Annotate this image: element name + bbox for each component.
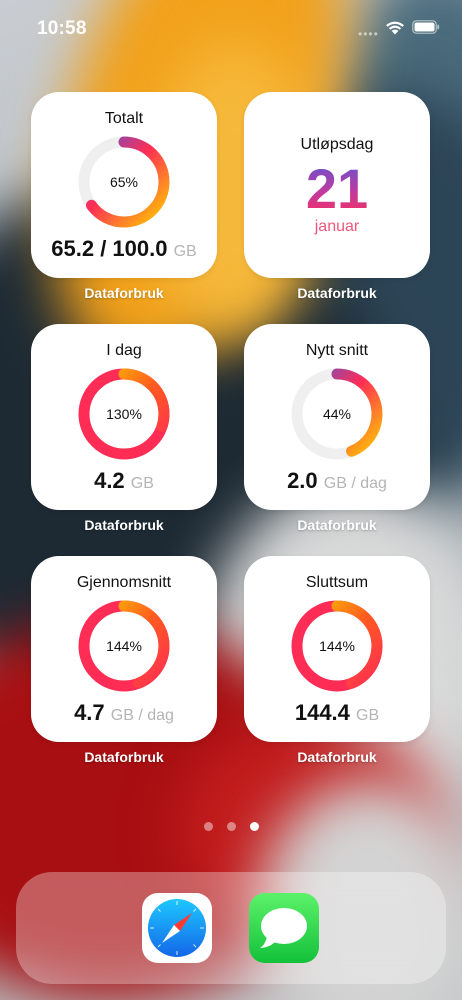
percent-label: 65%	[109, 174, 139, 190]
messages-app[interactable]	[249, 893, 319, 963]
widget-totalt[interactable]: Totalt 65% 65.2 / 100.0 GB	[31, 92, 217, 278]
safari-app[interactable]	[142, 893, 212, 963]
widget-caption: Dataforbruk	[84, 285, 164, 301]
status-time: 10:58	[37, 18, 87, 39]
widget-title: Totalt	[104, 110, 144, 127]
percent-label: 44%	[322, 406, 352, 422]
svg-text:21: 21	[306, 160, 368, 218]
percent-label: 130%	[106, 406, 142, 422]
usage-value: 144.4 GB	[294, 700, 380, 725]
expiry-month: januar	[314, 218, 360, 235]
widget-sluttsum[interactable]: Sluttsum 144% 144.4 GB	[244, 556, 430, 742]
widget-caption: Dataforbruk	[297, 285, 377, 301]
usage-value: 4.2 GB	[94, 468, 154, 493]
widget-caption: Dataforbruk	[297, 749, 377, 765]
widget-title: Sluttsum	[305, 574, 369, 591]
widget-title: Nytt snitt	[305, 342, 369, 359]
speech-bubble-icon	[260, 908, 307, 948]
widget-title: I dag	[106, 342, 142, 359]
signal-dots-icon: ••••	[358, 27, 379, 41]
widget-caption: Dataforbruk	[84, 749, 164, 765]
percent-label: 144%	[319, 638, 355, 654]
page-indicator[interactable]	[0, 822, 462, 831]
widget-title: Gjennomsnitt	[76, 574, 172, 591]
widget-i-dag[interactable]: I dag 130% 4.2 GB	[31, 324, 217, 510]
status-bar: 10:58 ••••	[0, 0, 462, 56]
wifi-icon	[386, 21, 404, 35]
usage-value: 2.0 GB / dag	[287, 468, 387, 493]
page-dot-current[interactable]	[249, 822, 259, 831]
compass-icon	[148, 899, 206, 957]
usage-value: 65.2 / 100.0 GB	[51, 236, 197, 261]
battery-icon	[412, 20, 440, 34]
widget-caption: Dataforbruk	[84, 517, 164, 533]
widget-caption: Dataforbruk	[297, 517, 377, 533]
widget-utlopsdag[interactable]: Utløpsdag 21 januar	[244, 92, 430, 278]
page-dot[interactable]	[203, 822, 213, 831]
dock	[16, 872, 446, 984]
expiry-day: 21	[306, 160, 368, 218]
widget-gjennomsnitt[interactable]: Gjennomsnitt 144% 4.7 GB / dag	[31, 556, 217, 742]
percent-label: 144%	[106, 638, 142, 654]
widget-nytt-snitt[interactable]: Nytt snitt 44% 2.0 GB / dag	[244, 324, 430, 510]
page-dot[interactable]	[226, 822, 236, 831]
widget-title: Utløpsdag	[300, 136, 374, 153]
usage-value: 4.7 GB / dag	[74, 700, 174, 725]
